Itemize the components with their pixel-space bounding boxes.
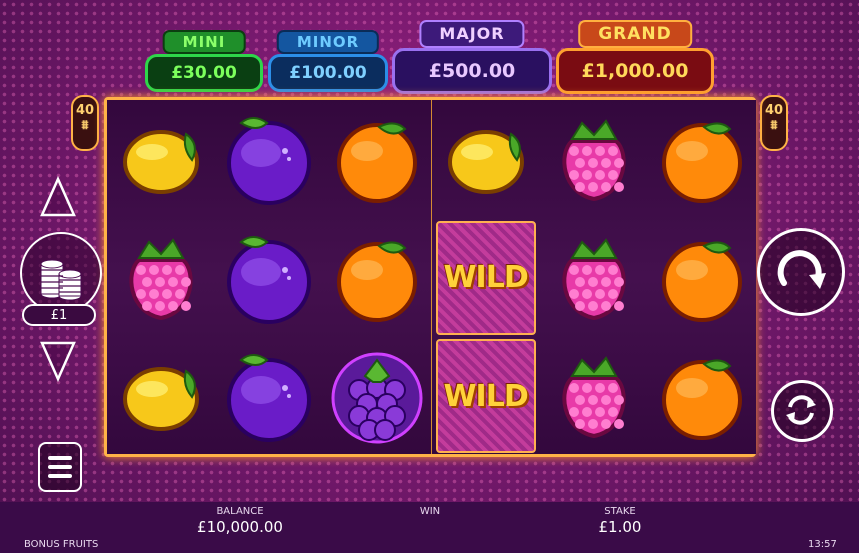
- reel-3: [323, 100, 433, 455]
- reel-grid: WILD WILD: [104, 97, 756, 457]
- lemon-icon: [123, 367, 199, 431]
- symbol-raspberry: [540, 100, 648, 218]
- orange-icon: [337, 241, 418, 322]
- jackpot-major: MAJOR £500.00: [392, 20, 552, 94]
- lemon-icon: [447, 130, 524, 194]
- symbol-orange: [648, 100, 756, 218]
- lemon-icon: [123, 130, 199, 194]
- stake-value-display: £1: [22, 304, 96, 326]
- plum-icon: [227, 235, 312, 324]
- ways-icon: ⩩: [770, 118, 778, 133]
- symbol-wild: WILD: [432, 219, 540, 337]
- reel-2: [215, 100, 325, 455]
- symbol-raspberry: [540, 219, 648, 337]
- jackpot-minor-value: £100.00: [268, 54, 388, 92]
- ways-count: 40: [75, 103, 95, 118]
- wild-symbol: WILD: [435, 220, 536, 335]
- triangle-down-icon: [40, 341, 76, 383]
- symbol-grapes: [323, 337, 431, 455]
- jackpot-major-label: MAJOR: [419, 20, 525, 48]
- grapes-icon: [331, 352, 423, 444]
- bottom-bar: BALANCE £10,000.00 WIN STAKE £1.00 BONUS…: [0, 502, 859, 553]
- jackpot-minor-label: MINOR: [276, 30, 380, 54]
- raspberry-icon: [562, 119, 626, 202]
- symbol-plum: [215, 337, 323, 455]
- reel-5: [539, 100, 649, 455]
- jackpot-minor: MINOR £100.00: [268, 30, 388, 92]
- ways-count: 40: [764, 103, 784, 118]
- stake-label: STAKE: [604, 506, 636, 517]
- orange-icon: [337, 122, 418, 203]
- coin-stack-icon: [40, 259, 82, 301]
- spin-button[interactable]: [757, 228, 845, 316]
- reel-1: [107, 100, 216, 454]
- symbol-raspberry: [540, 337, 648, 455]
- symbol-plum: [215, 100, 323, 218]
- ways-badge-left: 40 ⩩: [71, 95, 99, 151]
- ways-badge-right: 40 ⩩: [760, 95, 788, 151]
- balance-label: BALANCE: [216, 506, 264, 517]
- symbol-plum: [215, 219, 323, 337]
- raspberry-icon: [562, 356, 626, 439]
- symbol-orange: [648, 219, 756, 337]
- menu-button[interactable]: [38, 442, 82, 492]
- clock: 13:57: [808, 539, 837, 550]
- balance-value: £10,000.00: [197, 518, 283, 536]
- wild-label: WILD: [443, 378, 528, 414]
- game-name: BONUS FRUITS: [24, 539, 99, 550]
- orange-icon: [662, 359, 742, 440]
- ways-icon: ⩩: [81, 118, 89, 133]
- jackpot-grand: GRAND £1,000.00: [556, 20, 714, 94]
- stake-up-button[interactable]: [40, 175, 76, 222]
- orange-icon: [662, 241, 742, 322]
- raspberry-icon: [562, 237, 626, 320]
- jackpot-mini: MINI £30.00: [145, 30, 263, 92]
- jackpot-major-value: £500.00: [392, 48, 552, 94]
- wild-symbol: WILD: [435, 339, 536, 453]
- jackpot-grand-value: £1,000.00: [556, 48, 714, 94]
- win-label: WIN: [419, 506, 441, 517]
- jackpot-mini-value: £30.00: [145, 54, 263, 92]
- raspberry-icon: [129, 237, 193, 320]
- wild-label: WILD: [443, 260, 528, 295]
- plum-icon: [227, 117, 312, 205]
- orange-icon: [662, 122, 742, 203]
- stake-down-button[interactable]: [40, 340, 76, 386]
- symbol-raspberry: [107, 219, 215, 337]
- reel-4: WILD WILD: [431, 100, 541, 455]
- hamburger-menu-icon: [48, 456, 72, 478]
- autoplay-button[interactable]: [771, 380, 833, 442]
- symbol-lemon: [107, 337, 215, 455]
- jackpot-grand-label: GRAND: [578, 20, 692, 48]
- stake-value: £1.00: [598, 518, 642, 536]
- spin-arrow-icon: [777, 250, 826, 289]
- symbol-lemon: [107, 100, 215, 218]
- jackpot-mini-label: MINI: [162, 30, 246, 54]
- symbol-orange: [323, 219, 431, 337]
- reel-6: [648, 100, 756, 454]
- stake-coins-button[interactable]: [20, 232, 102, 314]
- autoplay-icon: [786, 395, 816, 425]
- symbol-orange: [648, 337, 756, 455]
- triangle-up-icon: [40, 175, 76, 217]
- symbol-wild: WILD: [432, 337, 540, 455]
- symbol-orange: [323, 100, 431, 218]
- symbol-lemon: [432, 100, 540, 218]
- plum-icon: [227, 354, 312, 442]
